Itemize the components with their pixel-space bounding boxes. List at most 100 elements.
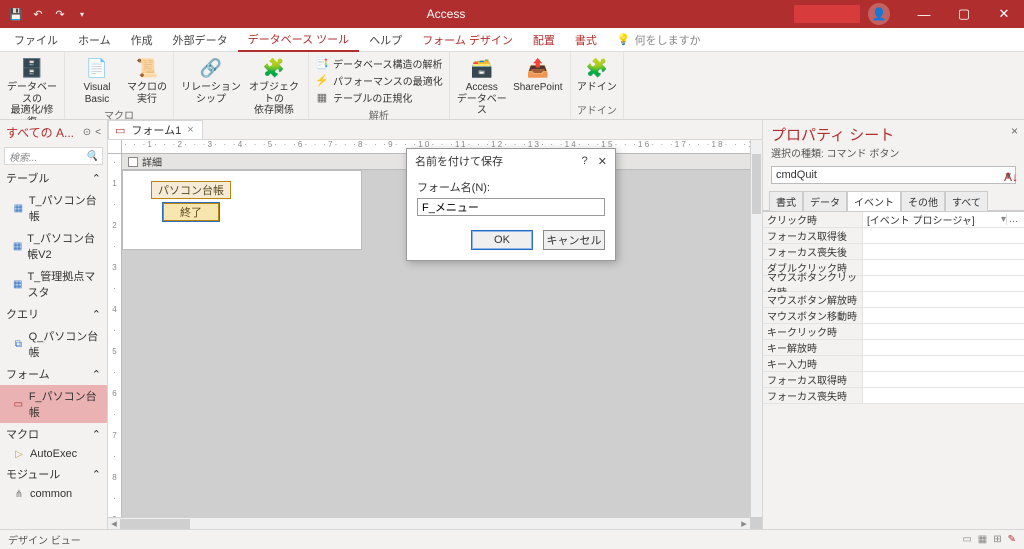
view-layout-icon[interactable]: ⊞: [993, 534, 1001, 545]
analyze-structure-button[interactable]: 📑データベース構造の解析: [315, 56, 443, 71]
cancel-button[interactable]: キャンセル: [543, 230, 605, 250]
move-sharepoint-button[interactable]: 📤 SharePoint: [512, 54, 564, 94]
access-db-icon: 🗃️: [470, 56, 494, 80]
nav-collapse-icon[interactable]: <: [95, 127, 101, 138]
tab-file[interactable]: ファイル: [4, 28, 68, 52]
property-row[interactable]: マウスボタンクリック時: [763, 276, 1024, 292]
nav-item-form[interactable]: ▭F_パソコン台帳: [0, 385, 107, 423]
nav-item-module[interactable]: ⋔common: [0, 485, 107, 503]
button-control[interactable]: パソコン台帳: [151, 181, 231, 199]
prop-tab-format[interactable]: 書式: [769, 191, 803, 211]
property-value[interactable]: [863, 244, 1024, 259]
nav-dropdown-icon[interactable]: ⊙: [83, 127, 91, 138]
property-value[interactable]: [863, 324, 1024, 339]
nav-cat-queries[interactable]: クエリ⌃: [0, 303, 107, 325]
visual-basic-button[interactable]: 📄 Visual Basic: [71, 54, 123, 105]
prop-tab-event[interactable]: イベント: [847, 191, 901, 211]
view-design-icon[interactable]: ✎: [1008, 534, 1016, 545]
view-datasheet-icon[interactable]: ▦: [978, 534, 987, 545]
property-value[interactable]: [863, 388, 1024, 403]
tab-help[interactable]: ヘルプ: [359, 28, 412, 52]
section-selector[interactable]: [128, 157, 138, 167]
dependencies-button[interactable]: 🧩 オブジェクトの 依存関係: [246, 54, 302, 117]
property-row[interactable]: キー入力時: [763, 356, 1024, 372]
user-avatar-icon[interactable]: 👤: [868, 3, 890, 25]
nav-item-query[interactable]: ⧉Q_パソコン台帳: [0, 325, 107, 363]
nav-item-table[interactable]: ▦T_パソコン台帳: [0, 189, 107, 227]
property-value[interactable]: [863, 308, 1024, 323]
dialog-close-icon[interactable]: ✕: [598, 155, 607, 168]
addins-button[interactable]: 🧩 アドイン: [577, 54, 617, 94]
tab-create[interactable]: 作成: [121, 28, 163, 52]
tab-arrange[interactable]: 配置: [523, 28, 565, 52]
sort-icon[interactable]: A↓: [1004, 170, 1018, 184]
ok-button[interactable]: OK: [471, 230, 533, 250]
button-control-selected[interactable]: 終了: [163, 203, 219, 221]
property-value[interactable]: [863, 276, 1024, 291]
tab-database-tools[interactable]: データベース ツール: [238, 28, 360, 52]
tab-format[interactable]: 書式: [565, 28, 607, 52]
help-icon[interactable]: ?: [582, 155, 588, 167]
scroll-right-icon[interactable]: ▸: [738, 517, 750, 529]
property-row[interactable]: キークリック時: [763, 324, 1024, 340]
property-close-icon[interactable]: ×: [1011, 124, 1018, 138]
user-name-block[interactable]: [794, 5, 860, 23]
analyze-table-button[interactable]: ▦テーブルの正規化: [315, 90, 443, 105]
document-tab[interactable]: ▭ フォーム1 ×: [108, 120, 203, 139]
property-value[interactable]: [863, 228, 1024, 243]
close-button[interactable]: ✕: [984, 0, 1024, 28]
property-row[interactable]: マウスボタン解放時: [763, 292, 1024, 308]
nav-item-table[interactable]: ▦T_パソコン台帳V2: [0, 227, 107, 265]
save-icon[interactable]: 💾: [8, 6, 24, 22]
form-surface[interactable]: パソコン台帳 終了: [122, 170, 362, 250]
property-value[interactable]: [イベント プロシージャ]▾…: [863, 212, 1024, 227]
property-value[interactable]: [863, 356, 1024, 371]
tab-external[interactable]: 外部データ: [163, 28, 238, 52]
undo-icon[interactable]: ↶: [30, 6, 46, 22]
analyze-performance-button[interactable]: ⚡パフォーマンスの最適化: [315, 73, 443, 88]
relationships-button[interactable]: 🔗 リレーションシップ: [180, 54, 242, 105]
nav-cat-tables[interactable]: テーブル⌃: [0, 167, 107, 189]
property-value[interactable]: [863, 372, 1024, 387]
builder-button[interactable]: …: [1006, 214, 1020, 225]
property-value[interactable]: [863, 340, 1024, 355]
property-row[interactable]: フォーカス喪失時: [763, 388, 1024, 404]
view-form-icon[interactable]: ▭: [962, 534, 971, 545]
property-object-selector[interactable]: cmdQuit ▾: [771, 166, 1016, 184]
vertical-ruler[interactable]: ·1·2·3·4·5·6·7·8·9·10·11·12·13·14: [108, 154, 122, 517]
tab-form-design[interactable]: フォーム デザイン: [412, 28, 523, 52]
prop-tab-data[interactable]: データ: [803, 191, 847, 211]
property-row[interactable]: フォーカス取得後: [763, 228, 1024, 244]
nav-item-macro[interactable]: ▷AutoExec: [0, 445, 107, 463]
run-macro-button[interactable]: 📜 マクロの 実行: [127, 54, 167, 105]
nav-title[interactable]: すべての A...: [6, 124, 74, 141]
nav-cat-modules[interactable]: モジュール⌃: [0, 463, 107, 485]
property-row[interactable]: マウスボタン移動時: [763, 308, 1024, 324]
property-value[interactable]: [863, 260, 1024, 275]
property-row[interactable]: キー解放時: [763, 340, 1024, 356]
prop-tab-other[interactable]: その他: [901, 191, 945, 211]
nav-search-input[interactable]: 検索... 🔍: [4, 147, 103, 165]
nav-item-table[interactable]: ▦T_管理拠点マスタ: [0, 265, 107, 303]
tab-home[interactable]: ホーム: [68, 28, 121, 52]
tell-me[interactable]: 💡 何をしますか: [617, 32, 701, 48]
qat-customize-icon[interactable]: ▾: [74, 6, 90, 22]
vertical-scrollbar[interactable]: [750, 140, 762, 517]
redo-icon[interactable]: ↷: [52, 6, 68, 22]
property-row[interactable]: クリック時[イベント プロシージャ]▾…: [763, 212, 1024, 228]
nav-cat-forms[interactable]: フォーム⌃: [0, 363, 107, 385]
compact-repair-button[interactable]: 🗄️ データベースの 最適化/修復: [6, 54, 58, 128]
minimize-button[interactable]: —: [904, 0, 944, 28]
property-row[interactable]: フォーカス取得時: [763, 372, 1024, 388]
move-access-button[interactable]: 🗃️ Access データベース: [456, 54, 508, 117]
prop-tab-all[interactable]: すべて: [945, 191, 988, 211]
maximize-button[interactable]: ▢: [944, 0, 984, 28]
scroll-left-icon[interactable]: ◂: [108, 517, 120, 529]
property-value[interactable]: [863, 292, 1024, 307]
close-tab-icon[interactable]: ×: [187, 124, 193, 136]
property-row[interactable]: フォーカス喪失後: [763, 244, 1024, 260]
ruler-corner[interactable]: [108, 140, 122, 154]
nav-cat-macros[interactable]: マクロ⌃: [0, 423, 107, 445]
form-name-input[interactable]: [417, 198, 605, 216]
horizontal-scrollbar[interactable]: ◂ ▸: [108, 517, 750, 529]
